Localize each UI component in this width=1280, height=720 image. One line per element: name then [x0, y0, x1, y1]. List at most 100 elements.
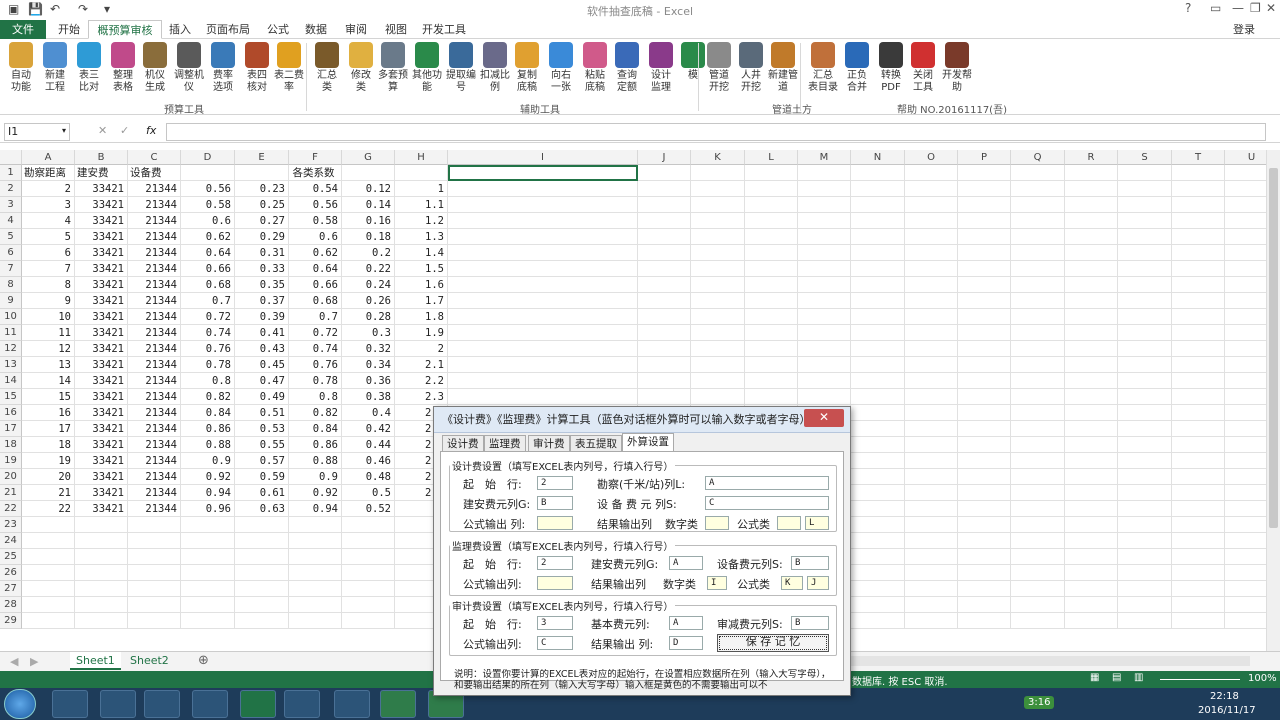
- cell-S10[interactable]: [1118, 309, 1172, 325]
- cell-R18[interactable]: [1065, 437, 1118, 453]
- cell-H12[interactable]: 2: [395, 341, 448, 357]
- cell-F11[interactable]: 0.72: [289, 325, 342, 341]
- cell-C17[interactable]: 21344: [128, 421, 181, 437]
- cell-A9[interactable]: 9: [22, 293, 75, 309]
- cell-Q4[interactable]: [1011, 213, 1065, 229]
- cell-M6[interactable]: [798, 245, 851, 261]
- cell-C27[interactable]: [128, 581, 181, 597]
- cell-M2[interactable]: [798, 181, 851, 197]
- cell-O7[interactable]: [905, 261, 958, 277]
- supervise-num-input[interactable]: I: [707, 576, 727, 590]
- cell-E16[interactable]: 0.51: [235, 405, 289, 421]
- cell-T26[interactable]: [1172, 565, 1225, 581]
- cell-D5[interactable]: 0.62: [181, 229, 235, 245]
- cell-B23[interactable]: [75, 517, 128, 533]
- ribbon-button-stack[interactable]: 多套预 算: [376, 42, 410, 94]
- cell-M10[interactable]: [798, 309, 851, 325]
- cell-R20[interactable]: [1065, 469, 1118, 485]
- cell-E25[interactable]: [235, 549, 289, 565]
- cell-G1[interactable]: [342, 165, 395, 181]
- cell-D26[interactable]: [181, 565, 235, 581]
- cell-O14[interactable]: [905, 373, 958, 389]
- cell-E28[interactable]: [235, 597, 289, 613]
- row-header-28[interactable]: 28: [0, 597, 22, 613]
- ribbon-button-summary[interactable]: 汇总 表目录: [806, 42, 840, 94]
- cell-B18[interactable]: 33421: [75, 437, 128, 453]
- cell-A6[interactable]: 6: [22, 245, 75, 261]
- column-header-L[interactable]: L: [745, 150, 798, 165]
- cell-H9[interactable]: 1.7: [395, 293, 448, 309]
- cell-R23[interactable]: [1065, 517, 1118, 533]
- ribbon-button-query[interactable]: 查询 定额: [610, 42, 644, 94]
- cell-P27[interactable]: [958, 581, 1011, 597]
- cell-M3[interactable]: [798, 197, 851, 213]
- cell-B7[interactable]: 33421: [75, 261, 128, 277]
- column-header-D[interactable]: D: [181, 150, 235, 165]
- tab-table5-extract[interactable]: 表五提取: [570, 435, 622, 452]
- ribbon-button-adjust[interactable]: 调整机 仪: [172, 42, 206, 94]
- enter-icon[interactable]: ✓: [120, 124, 129, 137]
- cell-R17[interactable]: [1065, 421, 1118, 437]
- design-fclass1-input[interactable]: [777, 516, 801, 530]
- tab-developer[interactable]: 开发工具: [416, 20, 472, 39]
- cell-D19[interactable]: 0.9: [181, 453, 235, 469]
- cell-F25[interactable]: [289, 549, 342, 565]
- zoom-slider[interactable]: [1160, 679, 1240, 680]
- cell-B5[interactable]: 33421: [75, 229, 128, 245]
- tab-supervise-fee[interactable]: 监理费: [484, 435, 526, 452]
- cell-D20[interactable]: 0.92: [181, 469, 235, 485]
- cell-S7[interactable]: [1118, 261, 1172, 277]
- cell-J6[interactable]: [638, 245, 691, 261]
- cell-T21[interactable]: [1172, 485, 1225, 501]
- cell-O4[interactable]: [905, 213, 958, 229]
- cell-C7[interactable]: 21344: [128, 261, 181, 277]
- cell-L13[interactable]: [745, 357, 798, 373]
- column-header-R[interactable]: R: [1065, 150, 1118, 165]
- cell-F6[interactable]: 0.62: [289, 245, 342, 261]
- cell-O6[interactable]: [905, 245, 958, 261]
- ribbon-button-extract[interactable]: 提取编 号: [444, 42, 478, 94]
- cell-Q5[interactable]: [1011, 229, 1065, 245]
- cell-G17[interactable]: 0.42: [342, 421, 395, 437]
- cell-H5[interactable]: 1.3: [395, 229, 448, 245]
- ribbon-button-well[interactable]: 人井 开挖: [734, 42, 768, 94]
- cell-N12[interactable]: [851, 341, 905, 357]
- cell-H10[interactable]: 1.8: [395, 309, 448, 325]
- row-header-5[interactable]: 5: [0, 229, 22, 245]
- cell-G12[interactable]: 0.32: [342, 341, 395, 357]
- cell-N14[interactable]: [851, 373, 905, 389]
- cell-S20[interactable]: [1118, 469, 1172, 485]
- row-header-17[interactable]: 17: [0, 421, 22, 437]
- audit-base-input[interactable]: A: [669, 616, 703, 630]
- cell-N2[interactable]: [851, 181, 905, 197]
- ribbon-button-compare[interactable]: 表三 比对: [72, 42, 106, 94]
- cell-K3[interactable]: [691, 197, 745, 213]
- cell-E4[interactable]: 0.27: [235, 213, 289, 229]
- cell-B4[interactable]: 33421: [75, 213, 128, 229]
- cell-D25[interactable]: [181, 549, 235, 565]
- cell-A13[interactable]: 13: [22, 357, 75, 373]
- cell-Q26[interactable]: [1011, 565, 1065, 581]
- app2-task-icon[interactable]: [284, 690, 320, 718]
- tab-review[interactable]: 审阅: [338, 20, 374, 39]
- cell-O19[interactable]: [905, 453, 958, 469]
- cell-T2[interactable]: [1172, 181, 1225, 197]
- row-header-25[interactable]: 25: [0, 549, 22, 565]
- column-header-J[interactable]: J: [638, 150, 691, 165]
- cell-G2[interactable]: 0.12: [342, 181, 395, 197]
- cell-F5[interactable]: 0.6: [289, 229, 342, 245]
- cell-P3[interactable]: [958, 197, 1011, 213]
- cell-E7[interactable]: 0.33: [235, 261, 289, 277]
- cell-S12[interactable]: [1118, 341, 1172, 357]
- cell-T6[interactable]: [1172, 245, 1225, 261]
- cell-L10[interactable]: [745, 309, 798, 325]
- cell-L9[interactable]: [745, 293, 798, 309]
- cell-O2[interactable]: [905, 181, 958, 197]
- cell-F20[interactable]: 0.9: [289, 469, 342, 485]
- cell-F22[interactable]: 0.94: [289, 501, 342, 517]
- tab-formulas[interactable]: 公式: [260, 20, 296, 39]
- cell-N27[interactable]: [851, 581, 905, 597]
- audit-formula-input[interactable]: C: [537, 636, 573, 650]
- start-button[interactable]: [4, 689, 36, 719]
- cell-C4[interactable]: 21344: [128, 213, 181, 229]
